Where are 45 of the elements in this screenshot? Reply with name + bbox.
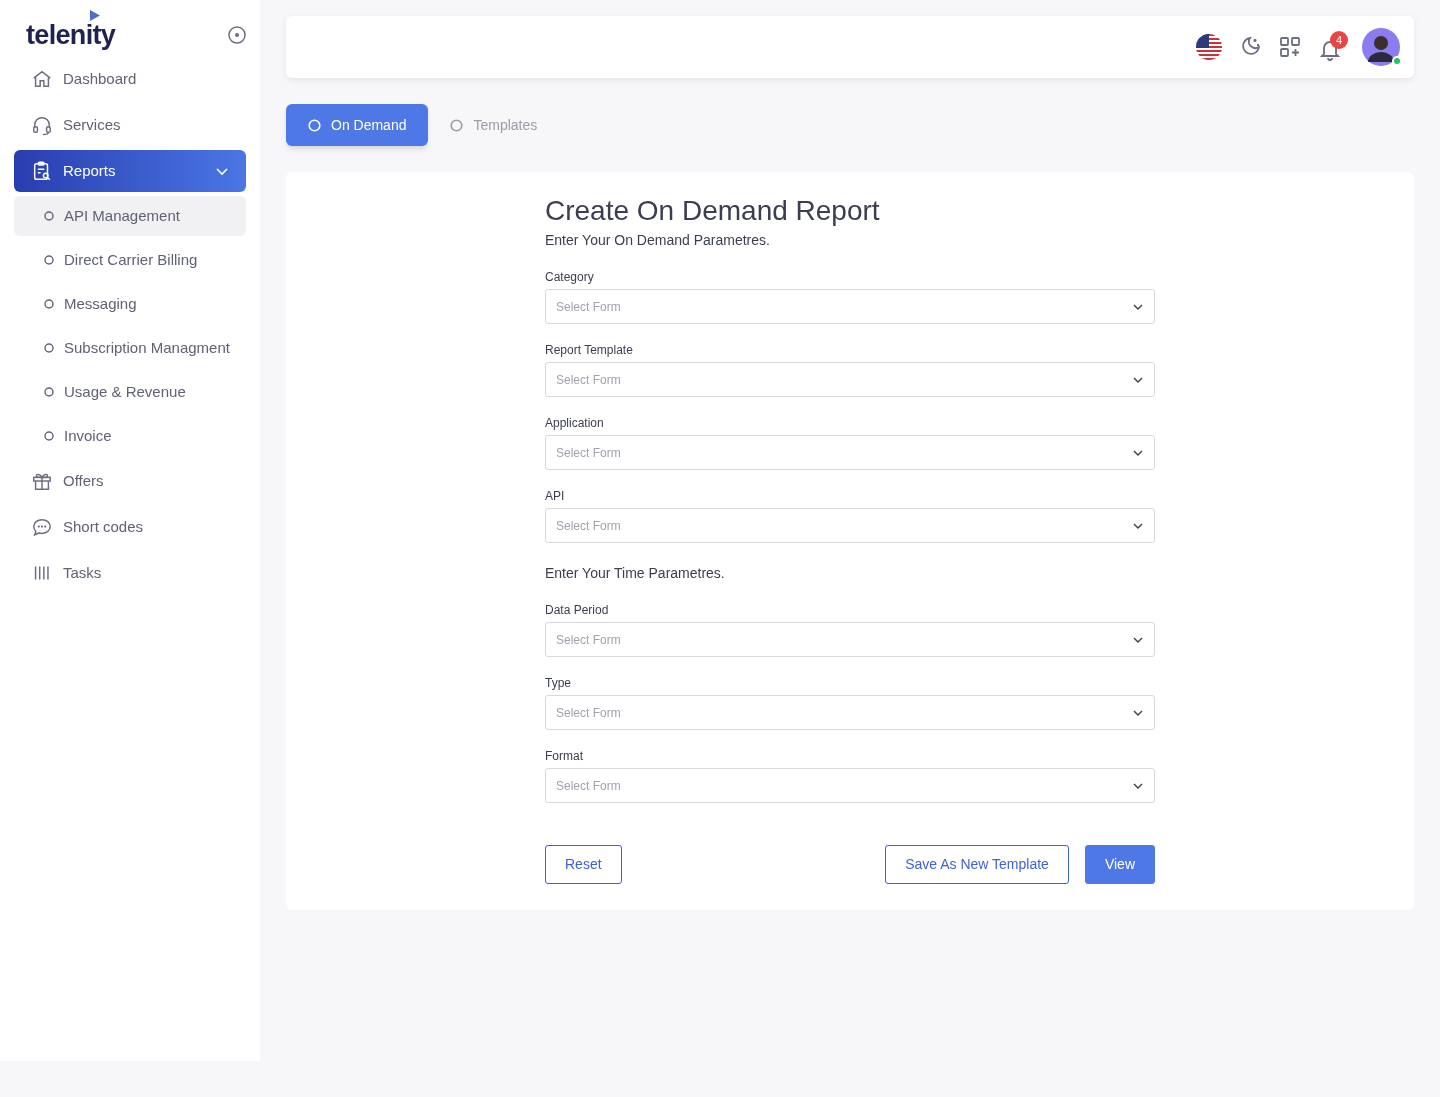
section-heading: Enter Your Time Parametres.: [545, 564, 726, 583]
field-label: Type: [545, 675, 572, 691]
target-icon[interactable]: [228, 26, 246, 44]
field-label: Format: [545, 748, 584, 764]
action-button[interactable]: Save As New Template: [885, 845, 1069, 884]
clipboard-search-icon: [31, 160, 53, 182]
chat-bubble-icon: [31, 516, 53, 538]
tab[interactable]: On Demand: [286, 104, 429, 146]
submenu-item[interactable]: Messaging: [14, 284, 246, 324]
circle-icon: [44, 343, 54, 353]
avatar[interactable]: [1362, 28, 1400, 66]
logo-mark-icon: [90, 10, 100, 21]
circle-icon: [450, 118, 464, 132]
field-label: Report Template: [545, 342, 634, 358]
form-subtitle: Enter Your On Demand Parametres.: [545, 231, 771, 250]
notification-badge: 4: [1330, 31, 1348, 49]
submenu-item[interactable]: Usage & Revenue: [14, 372, 246, 412]
apps-icon[interactable]: [1278, 35, 1302, 59]
sidebar-item[interactable]: Reports: [14, 150, 246, 192]
field-label: API: [545, 488, 566, 504]
circle-icon: [44, 299, 54, 309]
circle-icon: [44, 431, 54, 441]
home-icon: [31, 68, 53, 90]
circle-icon: [308, 118, 321, 132]
sidebar-item[interactable]: Dashboard: [14, 58, 246, 100]
field-label: Application: [545, 415, 605, 431]
headset-icon: [31, 114, 53, 136]
circle-icon: [44, 387, 54, 397]
submenu-item[interactable]: API Management: [14, 196, 246, 236]
sidebar-item[interactable]: Tasks: [14, 552, 246, 594]
logo: telenity: [26, 22, 116, 48]
circle-icon: [44, 255, 54, 265]
submenu-item[interactable]: Direct Carrier Billing: [14, 240, 246, 280]
submenu-item[interactable]: Invoice: [14, 416, 246, 456]
form-title: Create On Demand Report: [545, 194, 881, 228]
sidebar-item[interactable]: Services: [14, 104, 246, 146]
submenu-item[interactable]: Subscription Managment: [14, 328, 246, 368]
field-label: Category: [545, 269, 595, 285]
sidebar-item[interactable]: Offers: [14, 460, 246, 502]
action-button[interactable]: Reset: [545, 845, 622, 884]
sidebar-item[interactable]: Short codes: [14, 506, 246, 548]
circle-icon: [44, 211, 54, 221]
action-button[interactable]: View: [1084, 845, 1155, 884]
field-label: Data Period: [545, 602, 610, 618]
us-flag-icon[interactable]: [1196, 34, 1222, 60]
